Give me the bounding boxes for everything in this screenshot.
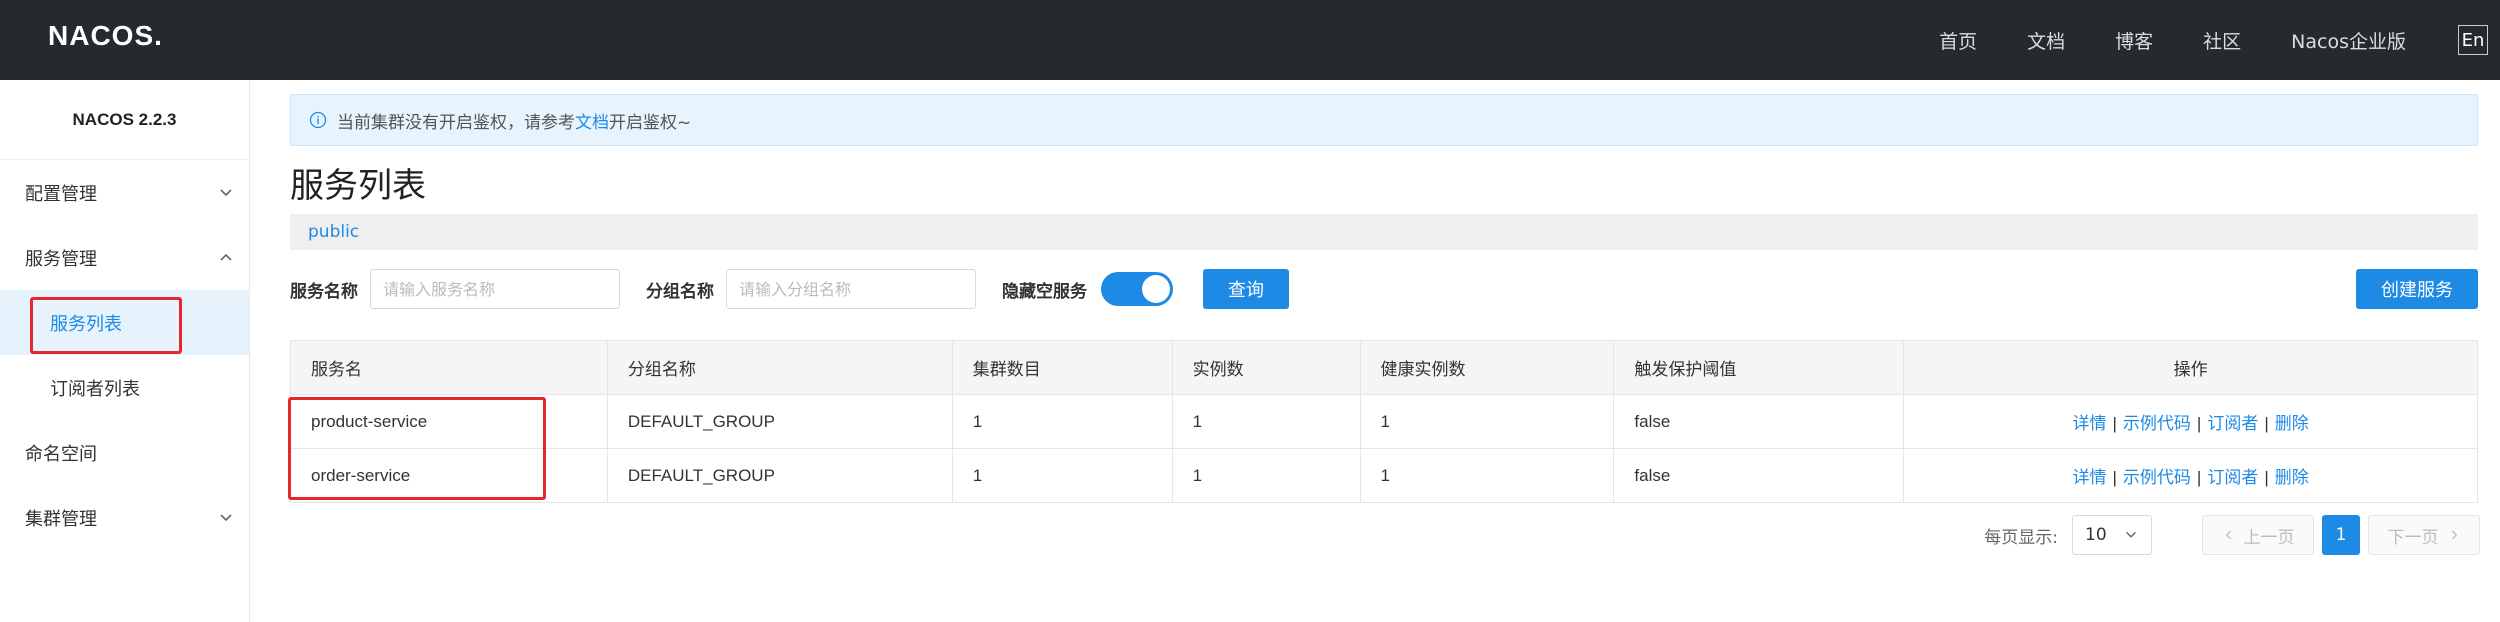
separator: | — [2264, 468, 2269, 487]
cell-threshold: false — [1613, 448, 1905, 503]
cell-clusters: 1 — [951, 448, 1173, 503]
col-header-actions: 操作 — [1903, 340, 2478, 395]
sidebar-item-subscriber-list[interactable]: 订阅者列表 — [0, 355, 249, 420]
subscriber-link[interactable]: 订阅者 — [2207, 414, 2258, 433]
service-name-label: 服务名称 — [290, 281, 358, 302]
top-navbar: NACOS. 首页 文档 博客 社区 Nacos企业版 En — [0, 0, 2500, 80]
page-size-label: 每页显示: — [1984, 527, 2058, 548]
page-title: 服务列表 — [290, 166, 426, 206]
nacos-logo[interactable]: NACOS. — [48, 20, 163, 52]
cell-group: DEFAULT_GROUP — [606, 448, 953, 503]
alert-text-suffix: 开启鉴权~ — [609, 112, 692, 133]
sidebar-item-namespace[interactable]: 命名空间 — [0, 420, 249, 485]
separator: | — [2112, 414, 2117, 433]
delete-link[interactable]: 删除 — [2275, 468, 2309, 487]
sidebar-item-label: 集群管理 — [25, 508, 97, 530]
table-header-row: 服务名 分组名称 集群数目 实例数 健康实例数 触发保护阈值 操作 — [290, 340, 2478, 395]
separator: | — [2264, 414, 2269, 433]
next-page-button[interactable]: 下一页 — [2368, 515, 2480, 555]
service-name-input[interactable] — [370, 269, 620, 309]
docs-link[interactable]: 文档 — [575, 108, 609, 133]
sample-code-link[interactable]: 示例代码 — [2123, 414, 2191, 433]
subscriber-link[interactable]: 订阅者 — [2207, 468, 2258, 487]
separator: | — [2112, 468, 2117, 487]
main-content: 当前集群没有开启鉴权，请参考文档开启鉴权~ 服务列表 public 服务名称 分… — [290, 80, 2480, 622]
detail-link[interactable]: 详情 — [2073, 414, 2107, 433]
cell-group: DEFAULT_GROUP — [606, 394, 953, 449]
prev-page-button[interactable]: 上一页 — [2202, 515, 2314, 555]
detail-link[interactable]: 详情 — [2073, 468, 2107, 487]
nav-home[interactable]: 首页 — [1939, 27, 1977, 54]
sidebar-item-label: 命名空间 — [25, 443, 97, 465]
cell-service-name: product-service — [290, 394, 608, 449]
sidebar: NACOS 2.2.3 配置管理 服务管理 服务列表 订阅者列表 命名空间 集群… — [0, 80, 250, 622]
table-row: product-service DEFAULT_GROUP 1 1 1 fals… — [290, 394, 2478, 449]
col-header-healthy: 健康实例数 — [1359, 340, 1615, 395]
service-table: 服务名 分组名称 集群数目 实例数 健康实例数 触发保护阈值 操作 produc… — [290, 340, 2478, 503]
col-header-group: 分组名称 — [606, 340, 953, 395]
cell-clusters: 1 — [951, 394, 1173, 449]
namespace-bar: public — [290, 214, 2478, 250]
cell-healthy: 1 — [1359, 448, 1615, 503]
query-button[interactable]: 查询 — [1203, 269, 1289, 309]
auth-alert: 当前集群没有开启鉴权，请参考 文档 开启鉴权~ — [290, 94, 2478, 146]
cell-service-name: order-service — [290, 448, 608, 503]
sidebar-item-label: 服务管理 — [25, 248, 97, 270]
col-header-service-name: 服务名 — [290, 340, 608, 395]
sidebar-item-cluster-management[interactable]: 集群管理 — [0, 485, 249, 550]
cell-instances: 1 — [1171, 448, 1361, 503]
chevron-down-icon — [2126, 531, 2136, 538]
chevron-down-icon — [220, 514, 232, 522]
col-header-threshold: 触发保护阈值 — [1613, 340, 1905, 395]
sample-code-link[interactable]: 示例代码 — [2123, 468, 2191, 487]
group-name-input[interactable] — [726, 269, 976, 309]
chevron-down-icon — [220, 189, 232, 197]
pagination: 每页显示: 10 上一页 1 下一页 — [1984, 515, 2480, 555]
sidebar-item-config-management[interactable]: 配置管理 — [0, 160, 249, 225]
page-size-select[interactable]: 10 — [2072, 515, 2152, 555]
col-header-instances: 实例数 — [1171, 340, 1361, 395]
cell-instances: 1 — [1171, 394, 1361, 449]
chevron-up-icon — [220, 253, 232, 261]
toggle-knob — [1142, 275, 1170, 303]
separator: | — [2196, 414, 2202, 433]
cell-actions: 详情 | 示例代码 | 订阅者 | 删除 — [1903, 448, 2478, 503]
hide-empty-toggle[interactable] — [1101, 272, 1173, 306]
page-1-button[interactable]: 1 — [2322, 515, 2360, 555]
chevron-right-icon — [2451, 530, 2457, 540]
next-page-label: 下一页 — [2387, 527, 2439, 548]
group-name-label: 分组名称 — [646, 281, 714, 302]
cell-threshold: false — [1613, 394, 1905, 449]
col-header-clusters: 集群数目 — [951, 340, 1173, 395]
alert-text: 当前集群没有开启鉴权，请参考 — [337, 112, 575, 133]
page-size-value: 10 — [2085, 525, 2107, 545]
chevron-left-icon — [2225, 530, 2231, 540]
separator: | — [2196, 468, 2202, 487]
top-nav: 首页 文档 博客 社区 Nacos企业版 En — [1939, 0, 2500, 80]
language-switch-button[interactable]: En — [2458, 25, 2488, 55]
delete-link[interactable]: 删除 — [2275, 414, 2309, 433]
sidebar-item-service-management[interactable]: 服务管理 — [0, 225, 249, 290]
prev-page-label: 上一页 — [2243, 527, 2295, 548]
create-service-button[interactable]: 创建服务 — [2356, 269, 2478, 309]
sidebar-item-label: 配置管理 — [25, 183, 97, 205]
nav-blog[interactable]: 博客 — [2115, 27, 2153, 54]
nav-community[interactable]: 社区 — [2203, 27, 2241, 54]
nav-enterprise[interactable]: Nacos企业版 — [2291, 27, 2406, 54]
nav-docs[interactable]: 文档 — [2027, 27, 2065, 54]
info-icon — [309, 111, 327, 129]
namespace-public[interactable]: public — [308, 222, 359, 242]
version-label: NACOS 2.2.3 — [0, 80, 249, 160]
sidebar-item-label: 订阅者列表 — [50, 378, 140, 400]
table-row: order-service DEFAULT_GROUP 1 1 1 false … — [290, 448, 2478, 503]
cell-healthy: 1 — [1359, 394, 1615, 449]
cell-actions: 详情 | 示例代码 | 订阅者 | 删除 — [1903, 394, 2478, 449]
hide-empty-label: 隐藏空服务 — [1002, 281, 1087, 302]
sidebar-item-service-list[interactable]: 服务列表 — [0, 290, 249, 355]
filter-bar: 服务名称 分组名称 隐藏空服务 查询 创建服务 — [290, 268, 2478, 310]
sidebar-item-label: 服务列表 — [50, 313, 122, 335]
